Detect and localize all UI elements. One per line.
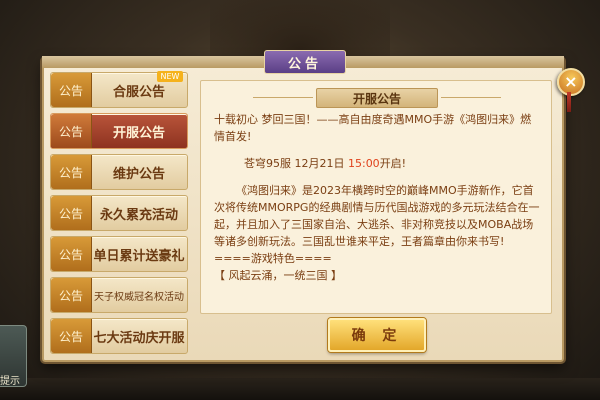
tab-badge: 公告 — [51, 155, 92, 189]
tab-badge: 公告 — [51, 196, 92, 230]
tab-daily-gift[interactable]: 公告 单日累计送豪礼 — [50, 236, 188, 272]
tassel-decoration — [567, 92, 571, 112]
tab-merge-server[interactable]: 公告 合服公告 NEW — [50, 71, 188, 108]
tab-badge: 公告 — [51, 278, 92, 312]
announcement-content[interactable]: 开服公告 十载初心 梦回三国！——高自由度奇遇MMO手游《鸿图归来》燃情首发! … — [200, 80, 552, 314]
server-time: 15:00 — [347, 157, 380, 170]
dialog-title: 公告 — [264, 50, 346, 74]
tab-label: 天子权威冠名权活动 — [94, 291, 184, 303]
server-line-prefix: 苍穹95服 12月21日 — [244, 157, 348, 170]
tab-naming-rights[interactable]: 公告 天子权威冠名权活动 — [50, 277, 188, 313]
announcement-tabs: 公告 合服公告 NEW 公告 开服公告 公告 维护公告 公告 永久累充活动 公告… — [50, 71, 190, 359]
tab-label: 维护公告 — [112, 166, 165, 182]
features-heading: ====游戏特色==== — [214, 252, 332, 265]
new-badge: NEW — [157, 71, 183, 82]
tab-server-open[interactable]: 公告 开服公告 — [50, 113, 188, 149]
close-icon: × — [564, 72, 578, 91]
tab-label: 永久累充活动 — [99, 207, 178, 223]
tab-label: 单日累计送豪礼 — [93, 248, 185, 264]
tab-badge: 公告 — [51, 114, 92, 148]
left-hint-label: 提示 — [0, 376, 20, 387]
tab-maintenance[interactable]: 公告 维护公告 — [50, 154, 188, 190]
server-open-line: 苍穹95服 12月21日 15:00开启! — [214, 155, 540, 172]
confirm-button[interactable]: 确 定 — [328, 318, 426, 352]
tab-label: 开服公告 — [112, 125, 165, 141]
tab-badge: 公告 — [51, 73, 92, 107]
game-bottom-bar — [0, 378, 600, 400]
description-text: 《鸿图归来》是2023年横跨时空的巅峰MMO手游新作，它首次将传统MMORPG的… — [214, 184, 540, 248]
content-body: 十载初心 梦回三国！——高自由度奇遇MMO手游《鸿图归来》燃情首发! 苍穹95服… — [214, 111, 540, 284]
tab-badge: 公告 — [51, 319, 92, 353]
tab-badge: 公告 — [51, 237, 92, 271]
tab-permanent-recharge[interactable]: 公告 永久累充活动 — [50, 195, 188, 231]
tab-label: 七大活动庆开服 — [93, 330, 185, 346]
server-line-suffix: 开启! — [379, 157, 407, 170]
content-header: 开服公告 — [253, 88, 501, 108]
tab-seven-events[interactable]: 公告 七大活动庆开服 — [50, 318, 188, 354]
feature-item: 【 风起云涌，一统三国 】 — [214, 269, 342, 282]
intro-text: 十载初心 梦回三国！——高自由度奇遇MMO手游《鸿图归来》燃情首发! — [214, 113, 532, 143]
